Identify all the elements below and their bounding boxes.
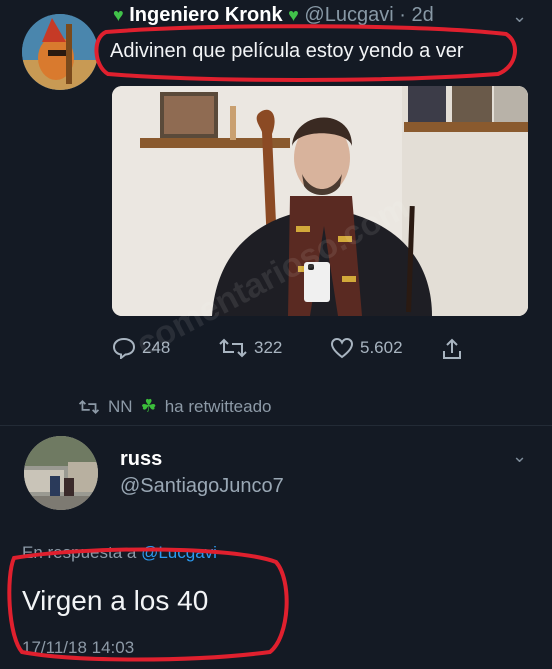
retweet-small-icon <box>78 399 100 414</box>
like-action[interactable]: 5.602 <box>330 337 403 359</box>
retweet-notice-text: ha retwitteado <box>164 396 272 416</box>
retweet-icon <box>219 338 247 358</box>
like-count: 5.602 <box>360 338 403 357</box>
reply-icon <box>112 337 136 359</box>
author-avatar[interactable] <box>22 14 98 90</box>
retweet-count: 322 <box>254 338 283 357</box>
chevron-down-icon[interactable]: ⌄ <box>512 446 527 467</box>
red-annotation-ellipse <box>94 24 517 82</box>
tweet-photo[interactable] <box>112 86 528 316</box>
heart-icon <box>330 337 354 359</box>
reply-author-handle[interactable]: @SantiagoJunco7 <box>120 475 284 498</box>
reply-author-name[interactable]: russ <box>120 448 162 471</box>
retweet-notice: NN ☘ ha retwitteado <box>78 396 272 417</box>
retweet-action[interactable]: 322 <box>218 337 282 359</box>
share-action[interactable] <box>440 337 464 361</box>
share-icon <box>443 338 461 359</box>
retweeter-name[interactable]: NN <box>108 397 133 417</box>
red-annotation-ellipse <box>7 547 289 662</box>
reply-author-avatar[interactable] <box>24 436 98 510</box>
clover-icon: ☘ <box>140 396 157 416</box>
divider <box>0 425 552 426</box>
